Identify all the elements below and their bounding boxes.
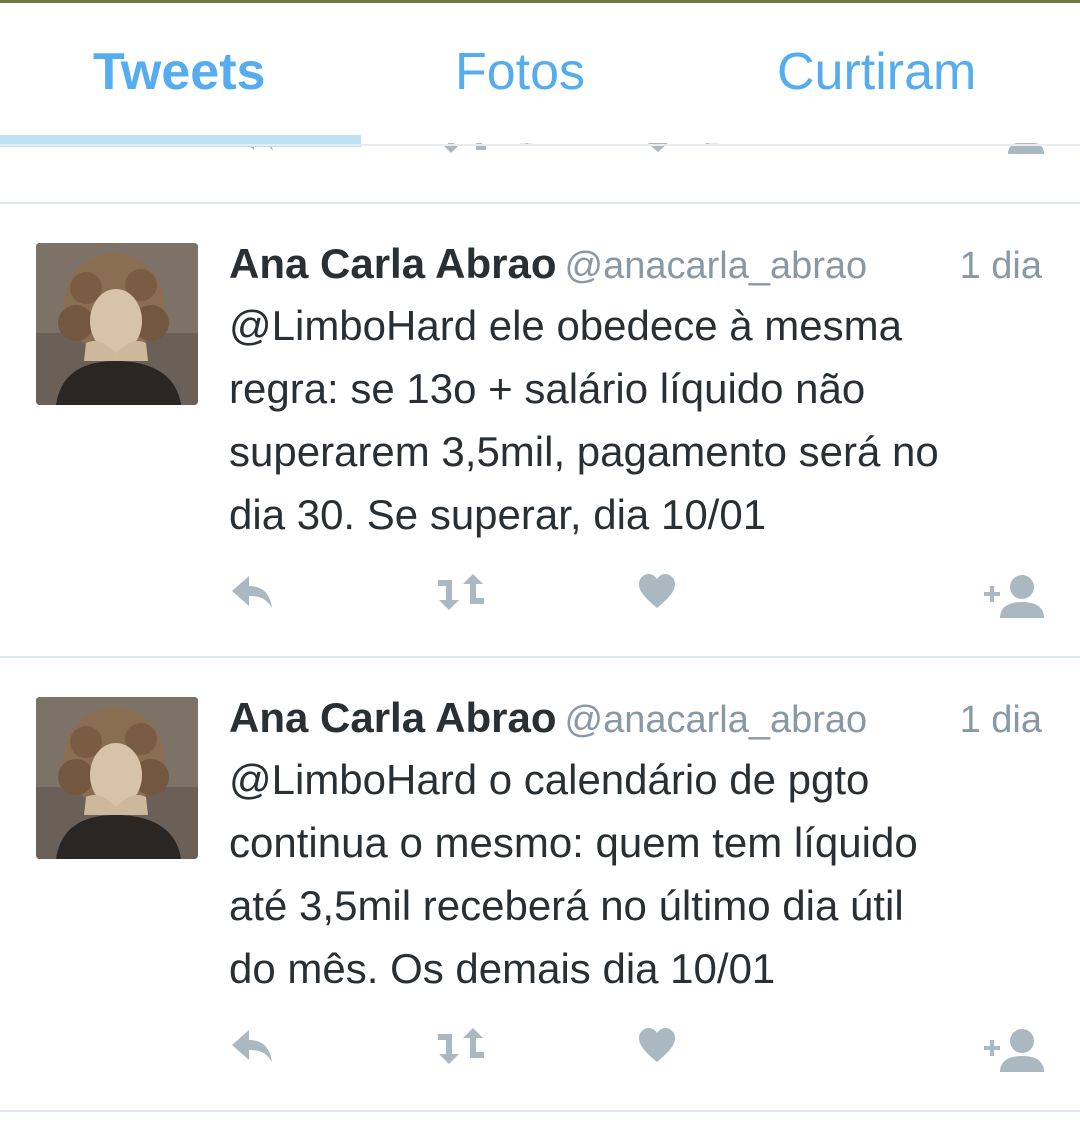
tweet-time[interactable]: 1 dia xyxy=(960,242,1042,290)
tabs-divider xyxy=(0,144,1080,146)
avatar[interactable] xyxy=(36,243,198,405)
like-button[interactable] xyxy=(638,1028,676,1064)
tweet-header: Ana Carla Abrao @anacarla_abrao xyxy=(229,694,867,752)
heart-icon xyxy=(639,574,675,608)
tab-fotos[interactable]: Fotos xyxy=(455,41,585,103)
tweet-item[interactable]: Ana Carla Abrao @anacarla_abrao 1 dia @Li… xyxy=(0,658,1080,1110)
retweet-button[interactable] xyxy=(433,574,489,610)
follow-icon xyxy=(984,575,1044,618)
profile-tabs: Tweets Fotos Curtiram xyxy=(0,3,1080,147)
tab-curtiram[interactable]: Curtiram xyxy=(777,41,976,103)
follow-button[interactable] xyxy=(982,1028,1044,1072)
tweet-header: Ana Carla Abrao @anacarla_abrao xyxy=(229,240,867,298)
tweet-actions xyxy=(0,574,1080,622)
retweet-icon xyxy=(438,1028,484,1064)
author-name[interactable]: Ana Carla Abrao xyxy=(229,240,557,287)
follow-button[interactable] xyxy=(982,574,1044,618)
retweet-button[interactable] xyxy=(433,1028,489,1064)
reply-icon xyxy=(232,576,272,608)
avatar[interactable] xyxy=(36,697,198,859)
author-handle[interactable]: @anacarla_abrao xyxy=(565,245,868,287)
reply-button[interactable] xyxy=(229,574,275,610)
author-handle[interactable]: @anacarla_abrao xyxy=(565,699,868,741)
author-name[interactable]: Ana Carla Abrao xyxy=(229,694,557,741)
like-button[interactable] xyxy=(638,574,676,610)
reply-icon xyxy=(232,1030,272,1062)
tweet-text: @LimboHard o calendário de pgto continua… xyxy=(229,756,918,992)
tweet-time[interactable]: 1 dia xyxy=(960,696,1042,744)
divider xyxy=(0,1110,1080,1112)
follow-icon xyxy=(984,1029,1044,1072)
tweet-item[interactable]: Ana Carla Abrao @anacarla_abrao 1 dia @Li… xyxy=(0,204,1080,656)
tweet-actions xyxy=(0,1028,1080,1076)
reply-button[interactable] xyxy=(229,1028,275,1064)
tab-tweets[interactable]: Tweets xyxy=(93,41,265,103)
tweet-text: @LimboHard ele obedece à mesma regra: se… xyxy=(229,302,939,538)
heart-icon xyxy=(639,1028,675,1062)
retweet-icon xyxy=(438,574,484,610)
